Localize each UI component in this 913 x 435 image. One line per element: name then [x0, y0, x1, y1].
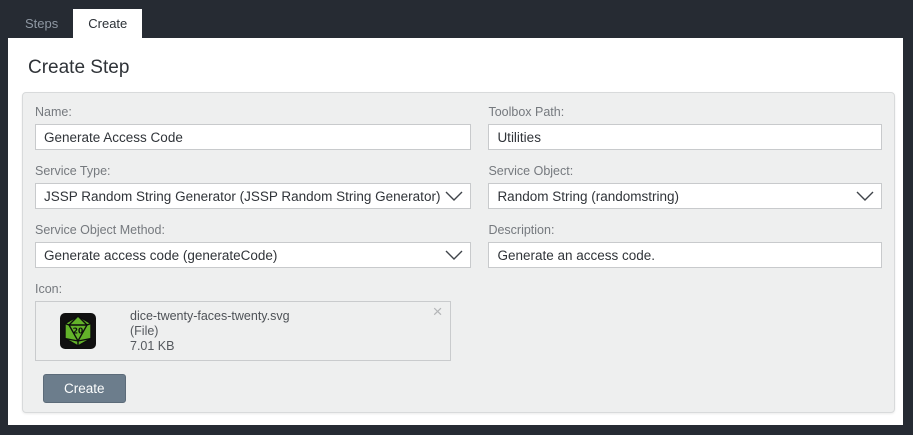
service-object-method-label: Service Object Method:	[35, 223, 165, 237]
toolbox-path-input[interactable]	[488, 124, 882, 150]
create-button[interactable]: Create	[43, 374, 126, 403]
remove-file-icon[interactable]: ×	[433, 303, 443, 320]
name-label: Name:	[35, 105, 72, 119]
service-object-label: Service Object:	[488, 164, 574, 178]
service-object-select[interactable]: Random String (randomstring)	[488, 183, 882, 209]
service-object-field-group: Service Object: Random String (randomstr…	[488, 164, 882, 209]
chevron-down-icon	[856, 191, 874, 201]
d20-dice-icon: 20	[60, 313, 96, 349]
file-kind: (File)	[130, 323, 159, 338]
service-type-select[interactable]: JSSP Random String Generator (JSSP Rando…	[35, 183, 472, 209]
toolbox-path-field-group: Toolbox Path:	[488, 105, 882, 150]
form-grid: Name: Toolbox Path: Service Type: JSSP R…	[35, 105, 882, 268]
app-window: { "tabs": [ { "label": "Steps", "active"…	[0, 0, 913, 435]
icon-file-box: 20 dice-twenty-faces-twenty.svg (File) 7…	[35, 301, 451, 361]
service-object-method-selected-value: Generate access code (generateCode)	[44, 247, 278, 263]
create-step-form-panel: Name: Toolbox Path: Service Type: JSSP R…	[22, 92, 895, 413]
service-type-selected-value: JSSP Random String Generator (JSSP Rando…	[44, 188, 441, 204]
service-type-label: Service Type:	[35, 164, 111, 178]
svg-text:20: 20	[73, 327, 83, 336]
toolbox-path-label: Toolbox Path:	[488, 105, 565, 119]
icon-field-group: Icon: 20 dice-twenty-faces-twenty.svg (F…	[35, 282, 451, 361]
service-type-field-group: Service Type: JSSP Random String Generat…	[35, 164, 472, 209]
chevron-down-icon	[445, 250, 463, 260]
description-input[interactable]	[488, 242, 882, 268]
tab-create[interactable]: Create	[73, 9, 143, 38]
tab-bar: Steps Create	[10, 9, 143, 38]
name-field-group: Name:	[35, 105, 472, 150]
page-title: Create Step	[28, 57, 130, 78]
service-object-method-field-group: Service Object Method: Generate access c…	[35, 223, 472, 268]
tab-steps[interactable]: Steps	[10, 9, 73, 38]
service-object-selected-value: Random String (randomstring)	[497, 188, 680, 204]
file-size: 7.01 KB	[130, 338, 175, 353]
name-input[interactable]	[35, 124, 472, 150]
file-meta: dice-twenty-faces-twenty.svg (File) 7.01…	[130, 309, 290, 354]
description-field-group: Description:	[488, 223, 882, 268]
tab-create-label: Create	[88, 16, 128, 31]
description-label: Description:	[488, 223, 555, 237]
tab-steps-label: Steps	[25, 16, 59, 31]
icon-label: Icon:	[35, 282, 63, 296]
file-name: dice-twenty-faces-twenty.svg	[130, 308, 290, 323]
chevron-down-icon	[445, 191, 463, 201]
service-object-method-select[interactable]: Generate access code (generateCode)	[35, 242, 472, 268]
content-area: Create Step Name: Toolbox Path: Service …	[8, 38, 903, 425]
